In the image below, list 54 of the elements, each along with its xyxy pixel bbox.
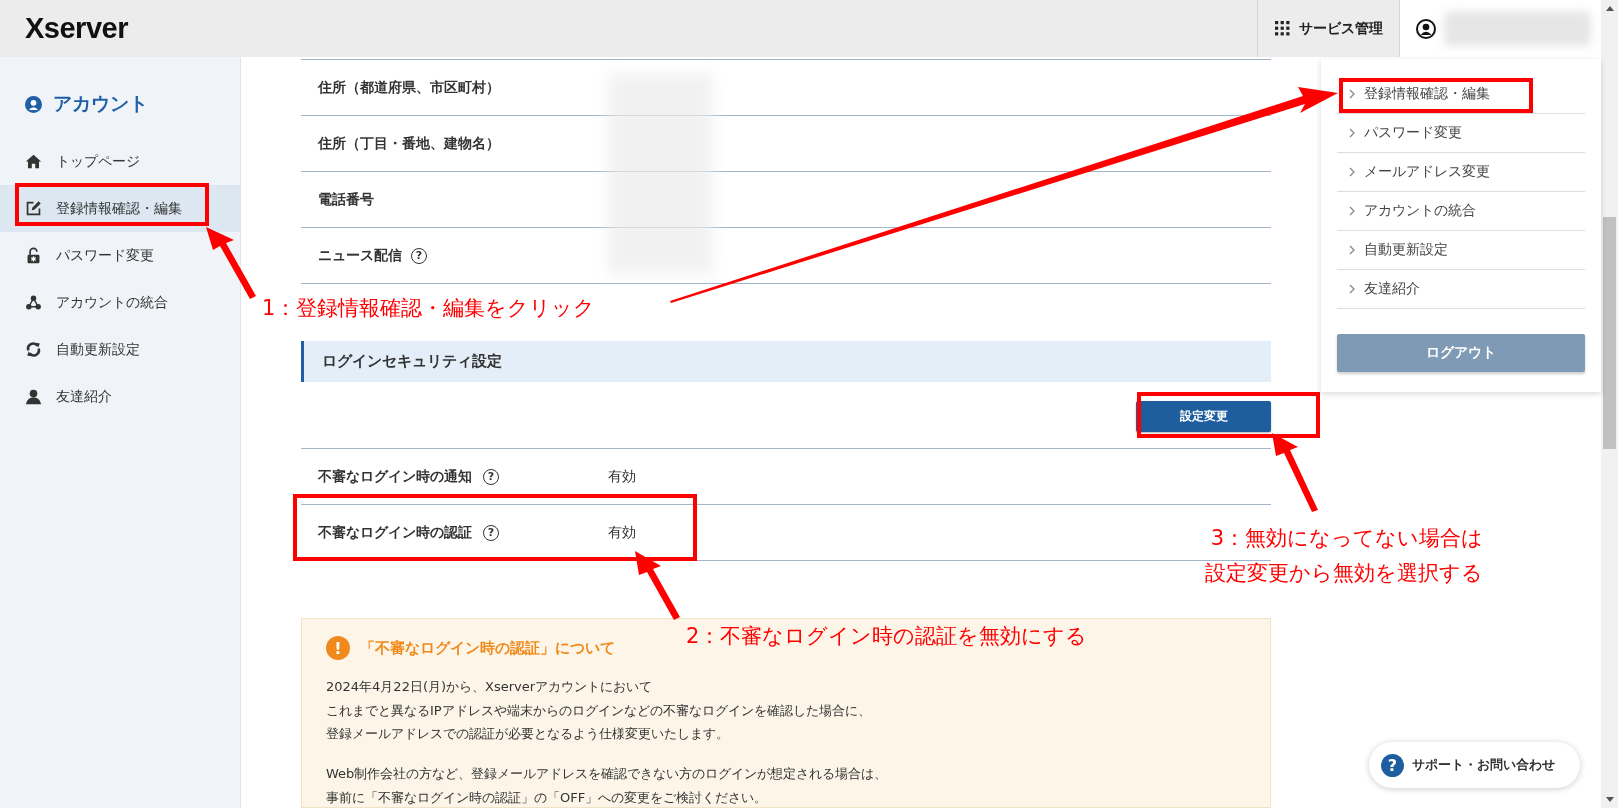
field-label: 不審なログイン時の通知: [318, 467, 472, 486]
sidebar-item[interactable]: 自動更新設定: [0, 326, 240, 373]
home-icon: [25, 153, 42, 170]
menu-item[interactable]: 友達紹介: [1337, 270, 1585, 309]
logo[interactable]: Xserver: [0, 0, 128, 57]
settings-button[interactable]: 設定変更: [1136, 401, 1271, 432]
menu-item[interactable]: 自動更新設定: [1337, 231, 1585, 270]
scroll-up-icon[interactable]: [1605, 6, 1614, 11]
annotation-text: 1：登録情報確認・編集をクリック: [262, 295, 596, 322]
field-value: 有効: [608, 523, 636, 542]
chevron-icon: [1349, 89, 1355, 99]
sidebar-item[interactable]: 友達紹介: [0, 373, 240, 420]
user-icon: [1416, 18, 1436, 39]
field-label: 住所（都道府県、市区町村）: [318, 78, 500, 97]
lock-icon: [25, 247, 42, 264]
sidebar-item[interactable]: トップページ: [0, 138, 240, 185]
user-icon: [25, 95, 42, 113]
annotation-text: 2：不審なログイン時の認証を無効にする: [686, 623, 1088, 650]
chevron-icon: [1349, 206, 1355, 216]
field-label: 電話番号: [318, 190, 374, 209]
chevron-icon: [1349, 284, 1355, 294]
support-button[interactable]: ? サポート・お問い合わせ: [1369, 742, 1580, 788]
section-header: ログインセキュリティ設定: [301, 341, 1271, 382]
help-icon: ?: [1381, 753, 1404, 777]
warning-icon: !: [326, 636, 350, 660]
field-label: 住所（丁目・番地、建物名）: [318, 134, 500, 153]
chevron-icon: [1349, 167, 1355, 177]
arrow: [206, 227, 256, 299]
arrow: [635, 551, 680, 620]
edit-icon: [25, 200, 42, 217]
scrollbar-thumb[interactable]: [1603, 217, 1616, 449]
notice-text: Web制作会社の方など、登録メールアドレスを確認できない方のログインが想定される場合は、 事前に「不審なログイン時の認証」の「OFF」への変更をご検討ください。: [326, 765, 889, 807]
scroll-down-icon[interactable]: [1605, 797, 1614, 802]
chevron-icon: [1349, 245, 1355, 255]
menu-item[interactable]: アカウントの統合: [1337, 192, 1585, 231]
sidebar-item[interactable]: アカウントの統合: [0, 279, 240, 326]
field-label: 不審なログイン時の認証: [318, 523, 472, 542]
annotation-text: 3：無効になってない場合は 設定変更から無効を選択する: [1205, 525, 1483, 587]
field-label: ニュース配信: [318, 246, 402, 265]
notice-text: 2024年4月22日(月)から、Xserverアカウントにおいて これまでと異なるIPアドレスや端末からのログインなどの不審なログインを確認した場合に、 登録メールアドレスでの認証が必要となるよう仕様変更いたします。: [326, 678, 872, 744]
field-value: 有効: [608, 467, 636, 486]
sidebar-item[interactable]: パスワード変更: [0, 232, 240, 279]
scrollbar[interactable]: [1601, 0, 1618, 808]
sidebar-title: アカウント: [53, 91, 148, 116]
menu-item[interactable]: 登録情報確認・編集: [1337, 75, 1585, 114]
service-menu-button[interactable]: サービス管理: [1257, 0, 1400, 57]
menu-item[interactable]: メールアドレス変更: [1337, 153, 1585, 192]
notice-title: 「不審なログイン時の認証」について: [360, 638, 615, 658]
nodes-icon: [25, 294, 42, 311]
refresh-icon: [25, 341, 42, 358]
grid-icon: [1275, 21, 1290, 36]
menu-item[interactable]: パスワード変更: [1337, 114, 1585, 153]
chevron-icon: [1349, 128, 1355, 138]
person-icon: [25, 388, 42, 405]
